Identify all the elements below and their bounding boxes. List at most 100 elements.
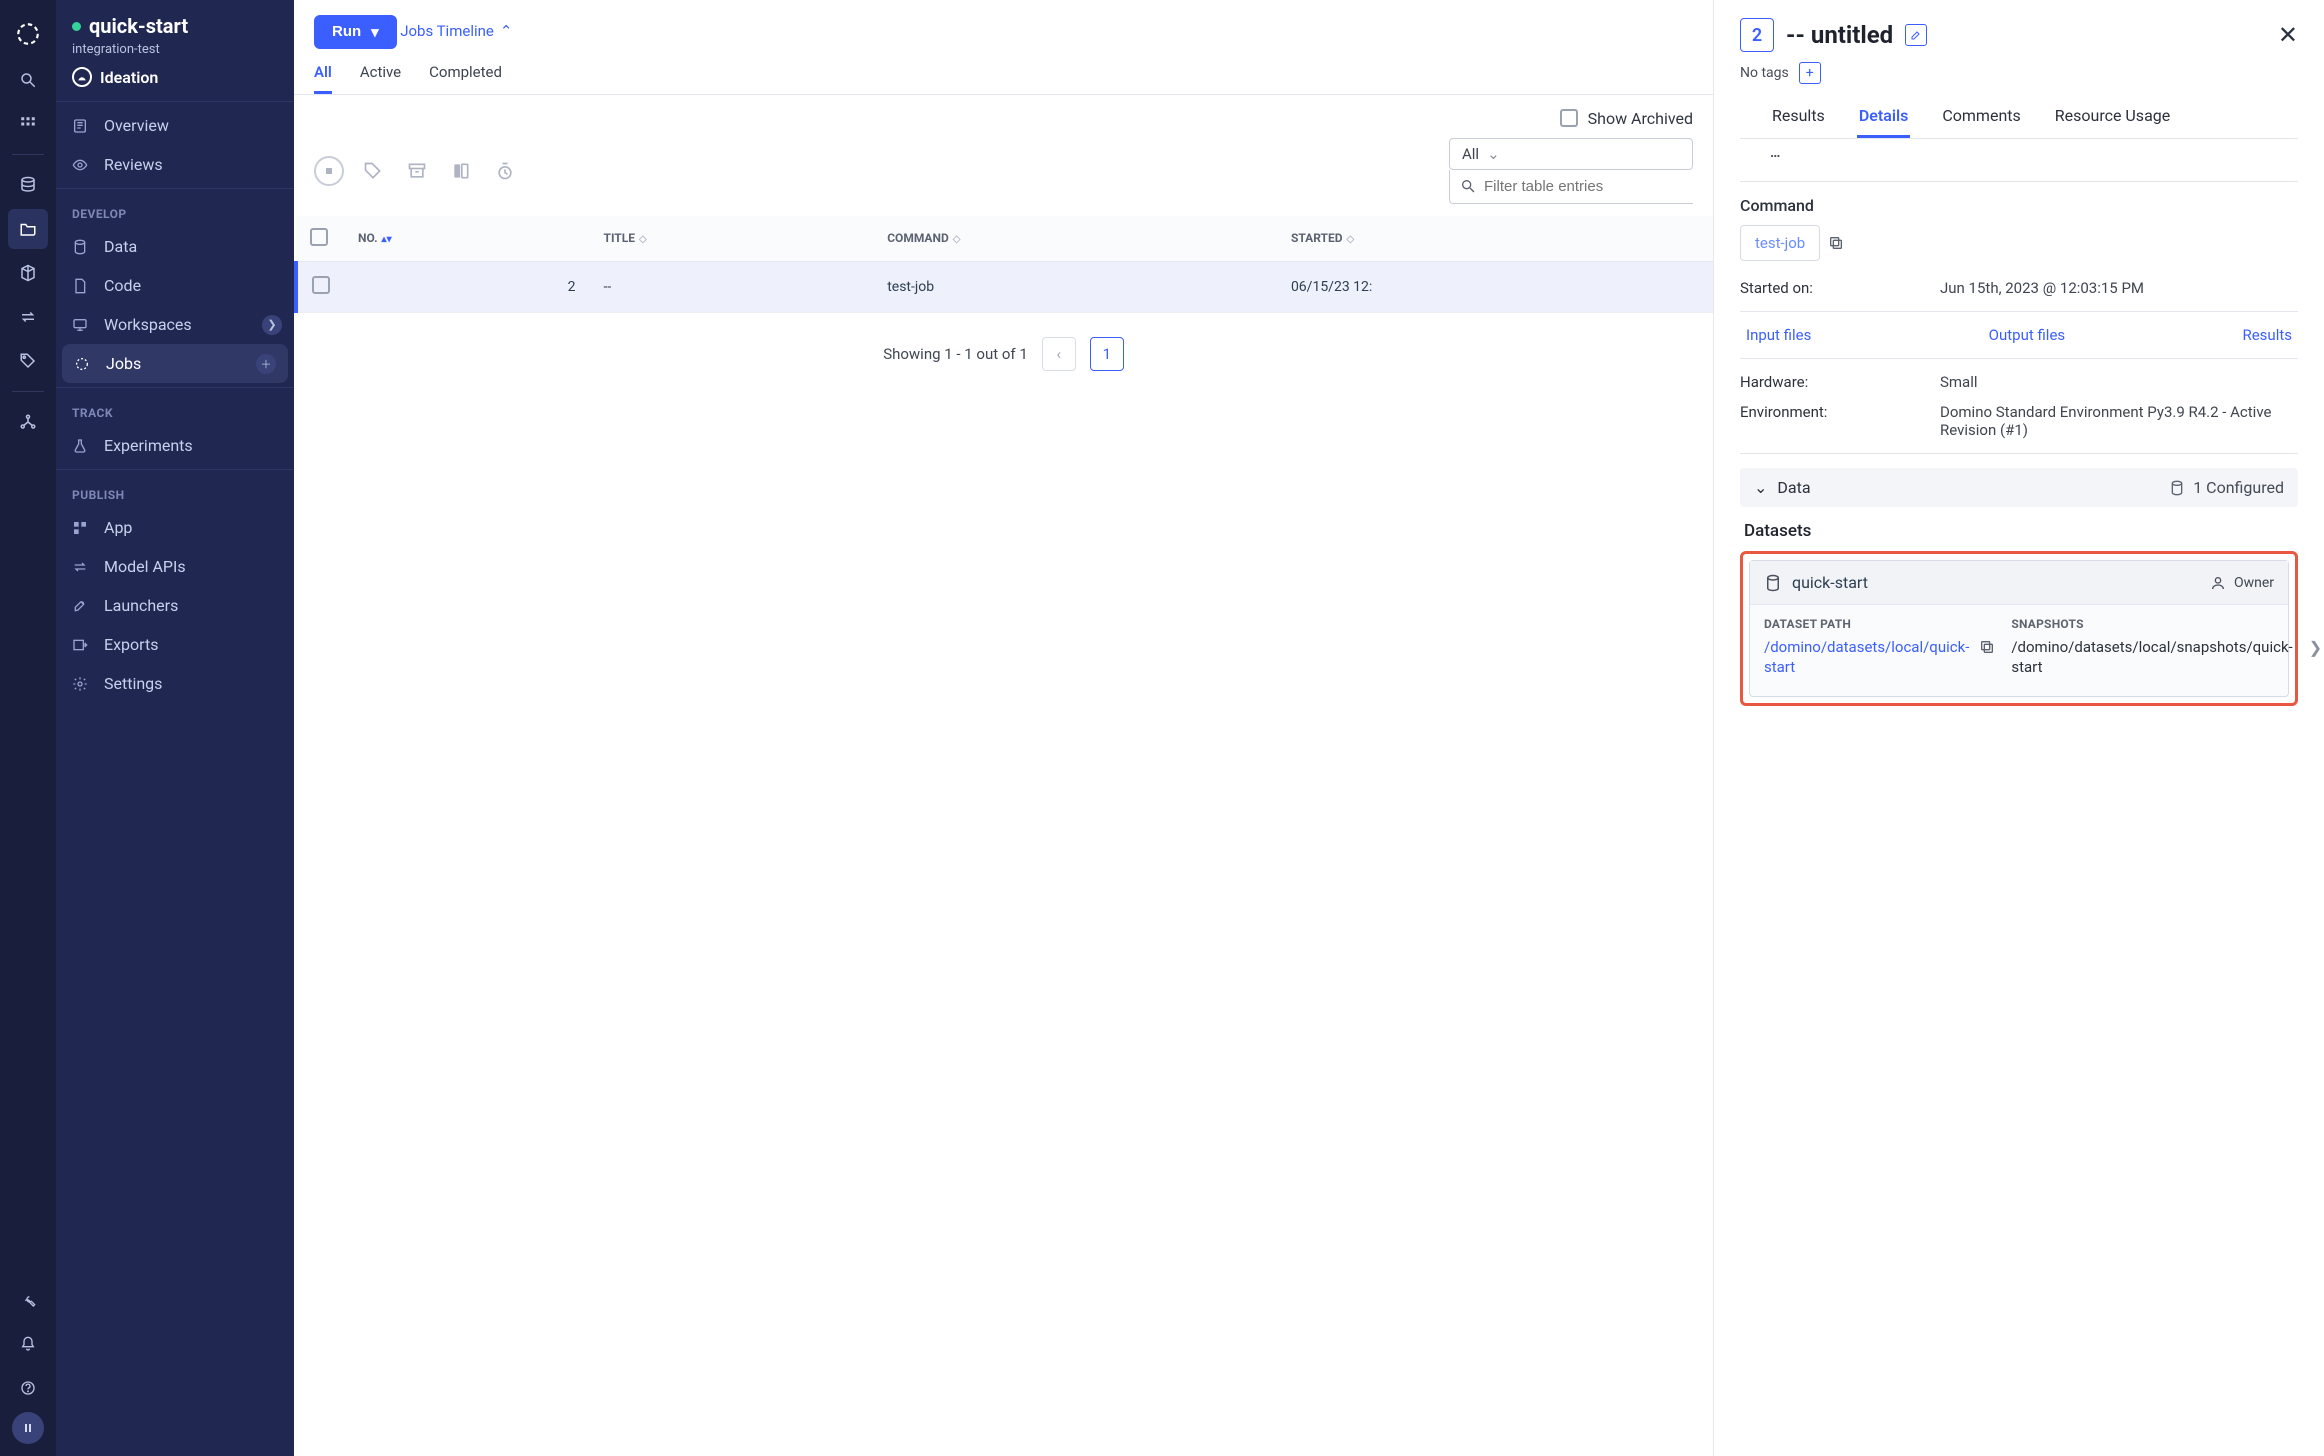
chevron-down-icon: ⌄ [1487, 145, 1500, 163]
sidebar-item-label: Launchers [104, 596, 178, 615]
dtab-details[interactable]: Details [1857, 98, 1911, 138]
sidebar-item-data[interactable]: Data [56, 227, 294, 266]
logo-icon[interactable] [8, 12, 48, 56]
search-icon [1460, 178, 1476, 194]
gear-icon [72, 676, 92, 692]
jobs-timeline-link[interactable]: Jobs Timeline ⌃ [400, 22, 512, 40]
copy-icon[interactable] [1979, 639, 1995, 655]
tab-all[interactable]: All [314, 63, 332, 94]
filter-input[interactable] [1484, 178, 1683, 195]
sidebar-item-code[interactable]: Code [56, 266, 294, 305]
data-section-header[interactable]: ⌄ Data 1 Configured [1740, 468, 2298, 507]
filter-search[interactable] [1449, 170, 1693, 204]
sort-icon: ◇ [1347, 234, 1355, 245]
input-files-link[interactable]: Input files [1746, 326, 1811, 344]
tag-action-icon[interactable] [358, 156, 388, 186]
sidebar-item-jobs[interactable]: Jobs ＋ [62, 344, 288, 383]
project-org: integration-test [72, 42, 278, 57]
dtab-results[interactable]: Results [1770, 98, 1827, 138]
row-checkbox[interactable] [312, 276, 330, 294]
run-button[interactable]: Run ▾ [314, 15, 397, 49]
cell-no: 2 [344, 261, 590, 312]
sidebar-item-workspaces[interactable]: Workspaces ❯ [56, 305, 294, 344]
eye-icon [72, 157, 92, 173]
bell-icon[interactable] [8, 1324, 48, 1364]
wrench-icon[interactable] [8, 1280, 48, 1320]
add-tag-button[interactable]: + [1799, 62, 1821, 84]
apps-icon[interactable] [8, 104, 48, 144]
sort-icon: ◇ [639, 234, 647, 245]
projects-icon[interactable] [8, 209, 48, 249]
dataset-path-link[interactable]: /domino/datasets/local/quick-start [1764, 637, 1969, 678]
status-filter-dropdown[interactable]: All ⌄ [1449, 138, 1693, 170]
col-no[interactable]: NO.▴▾ [344, 216, 590, 262]
jobs-icon [74, 356, 94, 372]
hardware-label: Hardware: [1740, 373, 1900, 391]
plus-icon[interactable]: ＋ [256, 354, 276, 374]
pager-summary: Showing 1 - 1 out of 1 [883, 345, 1028, 363]
section-label-publish: PUBLISH [56, 474, 294, 508]
select-all-checkbox[interactable] [310, 228, 328, 246]
graph-icon[interactable] [8, 402, 48, 442]
snapshots-label: SNAPSHOTS [2011, 617, 2292, 631]
page-1-button[interactable]: 1 [1090, 337, 1124, 371]
dtab-comments[interactable]: Comments [1940, 98, 2022, 138]
edit-title-button[interactable] [1905, 24, 1927, 46]
col-command[interactable]: COMMAND◇ [873, 216, 1277, 262]
overflow-indicator: … [1740, 139, 2298, 167]
stop-icon[interactable] [314, 156, 344, 186]
chevron-down-icon: ▾ [371, 23, 379, 41]
file-links: Input files Output files Results [1740, 326, 2298, 344]
compare-icon[interactable] [446, 156, 476, 186]
sidebar-item-label: Jobs [106, 354, 141, 373]
timer-icon[interactable] [490, 156, 520, 186]
dataset-path-label: DATASET PATH [1764, 617, 1995, 631]
sidebar-item-model-apis[interactable]: Model APIs [56, 547, 294, 586]
sidebar-item-overview[interactable]: Overview [56, 106, 294, 145]
database-icon[interactable] [8, 165, 48, 205]
sidebar-item-launchers[interactable]: Launchers [56, 586, 294, 625]
sidebar-item-experiments[interactable]: Experiments [56, 426, 294, 465]
chevron-up-icon: ⌃ [500, 22, 513, 40]
snapshots-path: /domino/datasets/local/snapshots/quick-s… [2011, 637, 2292, 678]
export-icon [72, 637, 92, 653]
environment-link[interactable]: Domino Standard Environment Py3.9 R4.2 -… [1940, 403, 2298, 439]
monitor-icon [72, 317, 92, 333]
pause-avatar-icon[interactable] [12, 1412, 44, 1444]
sidebar-item-settings[interactable]: Settings [56, 664, 294, 703]
section-label-develop: DEVELOP [56, 193, 294, 227]
show-archived-checkbox[interactable] [1560, 109, 1578, 127]
environment-label: Environment: [1740, 403, 1900, 439]
datasets-title: Datasets [1744, 521, 2294, 541]
tab-active[interactable]: Active [360, 63, 401, 94]
search-icon[interactable] [8, 60, 48, 100]
chevron-right-icon[interactable]: ❯ [2309, 638, 2322, 657]
show-archived-label: Show Archived [1588, 109, 1693, 128]
tab-completed[interactable]: Completed [429, 63, 502, 94]
details-tabs: Results Details Comments Resource Usage [1740, 98, 2298, 139]
sidebar-item-app[interactable]: App [56, 508, 294, 547]
swap-icon[interactable] [8, 297, 48, 337]
help-icon[interactable] [8, 1368, 48, 1408]
col-title[interactable]: TITLE◇ [590, 216, 874, 262]
project-stage[interactable]: Ideation [72, 67, 278, 87]
dtab-resource-usage[interactable]: Resource Usage [2053, 98, 2172, 138]
no-tags-label: No tags [1740, 65, 1789, 81]
tag-icon[interactable] [8, 341, 48, 381]
cube-icon[interactable] [8, 253, 48, 293]
configured-count: 1 Configured [2193, 478, 2284, 497]
sidebar-item-reviews[interactable]: Reviews [56, 145, 294, 184]
dataset-header: quick-start Owner [1750, 561, 2288, 605]
prev-page-button[interactable]: ‹ [1042, 337, 1076, 371]
sidebar-item-label: Code [104, 276, 141, 295]
table-row[interactable]: 2 -- test-job 06/15/23 12: [296, 261, 1713, 312]
output-files-link[interactable]: Output files [1989, 326, 2065, 344]
flask-icon [72, 438, 92, 454]
col-started[interactable]: STARTED◇ [1277, 216, 1713, 262]
sidebar-item-exports[interactable]: Exports [56, 625, 294, 664]
results-link[interactable]: Results [2242, 326, 2292, 344]
job-title: -- untitled [1786, 21, 1893, 49]
archive-icon[interactable] [402, 156, 432, 186]
copy-icon[interactable] [1828, 235, 1844, 251]
close-panel-button[interactable]: ✕ [2278, 21, 2298, 49]
